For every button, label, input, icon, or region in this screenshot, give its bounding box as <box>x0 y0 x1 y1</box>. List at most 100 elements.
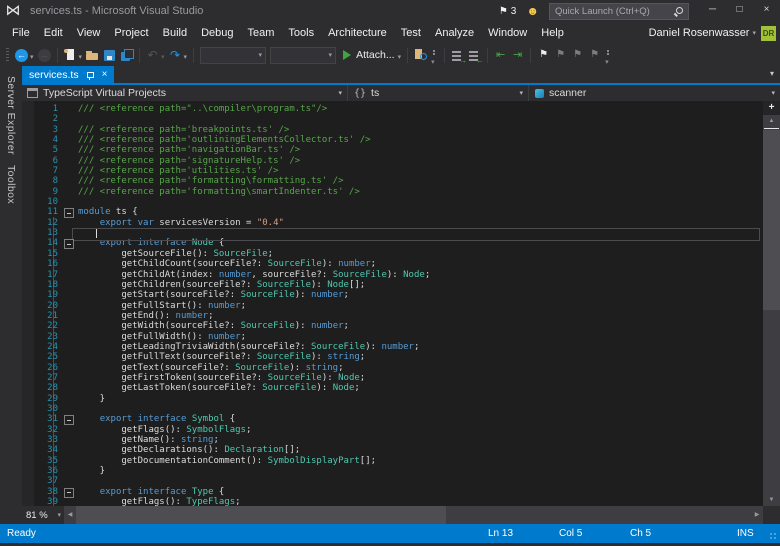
code-editor[interactable]: 1 /// <reference path="..\compiler\progra… <box>22 101 763 506</box>
code-line[interactable]: 4 /// <reference path='outliningElementsC… <box>34 135 763 145</box>
menu-item-file[interactable]: File <box>5 22 37 44</box>
menu-item-tools[interactable]: Tools <box>281 22 321 44</box>
zoom-control[interactable]: 81 % ▾ <box>22 506 64 524</box>
tab-list-chevron-icon[interactable]: ▾ <box>770 69 774 78</box>
resize-grip[interactable] <box>769 532 777 540</box>
code-line[interactable]: 35 getDocumentationComment(): SymbolDisp… <box>34 456 763 466</box>
code-line[interactable]: 8 /// <reference path='formatting\formatt… <box>34 176 763 186</box>
menu-item-test[interactable]: Test <box>394 22 428 44</box>
toggle-bookmark-button[interactable] <box>535 48 552 63</box>
uncomment-button[interactable] <box>466 48 484 65</box>
scroll-left-arrow-icon[interactable]: ◀ <box>64 506 76 524</box>
tab-close-icon[interactable]: × <box>102 67 108 82</box>
code-line[interactable]: 1 /// <reference path="..\compiler\progra… <box>34 104 763 114</box>
code-line[interactable]: 39 getFlags(): TypeFlags; <box>34 497 763 506</box>
toolbox-tab[interactable]: Toolbox <box>5 165 17 204</box>
code-line[interactable]: 27 getFirstToken(sourceFile?: SourceFile… <box>34 373 763 383</box>
menu-item-help[interactable]: Help <box>534 22 571 44</box>
server-explorer-tab[interactable]: Server Explorer <box>5 76 17 155</box>
code-line[interactable]: 28 getLastToken(sourceFile?: SourceFile)… <box>34 383 763 393</box>
fold-toggle[interactable] <box>64 415 74 426</box>
notifications-button[interactable]: ⚑ 3 <box>499 6 517 17</box>
feedback-smiley-icon[interactable]: ☻ <box>526 0 539 22</box>
menu-item-view[interactable]: View <box>70 22 108 44</box>
vertical-scrollbar[interactable]: + ▲ ▼ <box>763 101 780 506</box>
menu-item-architecture[interactable]: Architecture <box>321 22 394 44</box>
code-line[interactable]: 21 getEnd(): number; <box>34 311 763 321</box>
tab-services-ts[interactable]: services.ts × <box>22 66 115 83</box>
navigate-backward-button[interactable]: ▾ <box>13 48 36 63</box>
code-line[interactable]: 38 export interface Type { <box>34 487 763 498</box>
previous-bookmark-button[interactable] <box>552 48 569 63</box>
toolbar-overflow-2[interactable] <box>604 47 613 66</box>
code-line[interactable]: 26 getText(sourceFile?: SourceFile): str… <box>34 363 763 373</box>
redo-button[interactable]: ▾ <box>167 48 190 63</box>
code-line[interactable]: 20 getFullStart(): number; <box>34 301 763 311</box>
pin-icon[interactable] <box>86 70 95 80</box>
menu-item-build[interactable]: Build <box>156 22 194 44</box>
code-line[interactable]: 23 getFullWidth(): number; <box>34 332 763 342</box>
clear-bookmarks-button[interactable] <box>586 48 603 63</box>
code-line[interactable]: 2 <box>34 114 763 124</box>
menu-item-team[interactable]: Team <box>241 22 282 44</box>
find-in-files-button[interactable] <box>412 48 429 63</box>
new-file-button[interactable]: ▾ <box>62 48 85 63</box>
close-button[interactable]: × <box>753 0 780 22</box>
menu-item-analyze[interactable]: Analyze <box>428 22 481 44</box>
code-line[interactable]: 37 <box>34 476 763 486</box>
code-line[interactable]: 15 getSourceFile(): SourceFile; <box>34 249 763 259</box>
scroll-down-arrow-icon[interactable]: ▼ <box>763 494 780 506</box>
undo-button[interactable]: ▾ <box>144 48 167 63</box>
glyph-margin[interactable] <box>22 101 34 506</box>
code-line[interactable]: 32 getFlags(): SymbolFlags; <box>34 425 763 435</box>
code-line[interactable]: 17 getChildAt(index: number, sourceFile?… <box>34 270 763 280</box>
code-line[interactable]: 31 export interface Symbol { <box>34 414 763 426</box>
code-line[interactable]: 25 getFullText(sourceFile?: SourceFile):… <box>34 352 763 362</box>
code-line[interactable]: 9 /// <reference path='formatting\smartIn… <box>34 187 763 197</box>
menu-item-debug[interactable]: Debug <box>194 22 240 44</box>
next-bookmark-button[interactable] <box>569 48 586 63</box>
open-file-button[interactable] <box>84 48 101 63</box>
code-line[interactable]: 12 export var servicesVersion = "0.4" <box>34 218 763 228</box>
code-line[interactable]: 11 module ts { <box>34 207 763 219</box>
code-line[interactable]: 22 getWidth(sourceFile?: SourceFile): nu… <box>34 321 763 331</box>
menu-item-edit[interactable]: Edit <box>37 22 70 44</box>
fold-toggle[interactable] <box>64 239 74 250</box>
attach-button[interactable]: Attach... ▾ <box>338 48 403 63</box>
vertical-scrollbar-thumb[interactable] <box>763 130 780 310</box>
debug-target-combo[interactable]: ▾ <box>200 46 267 64</box>
code-line[interactable]: 36 } <box>34 466 763 476</box>
fold-toggle[interactable] <box>64 487 74 498</box>
project-dropdown[interactable]: TypeScript Virtual Projects ▾ <box>22 85 348 101</box>
code-line[interactable]: 5 /// <reference path='navigationBar.ts' … <box>34 145 763 155</box>
code-line[interactable]: 7 /// <reference path='utilities.ts' /> <box>34 166 763 176</box>
code-line[interactable]: 10 <box>34 197 763 207</box>
member-dropdown[interactable]: scanner ▾ <box>529 85 780 101</box>
increase-indent-button[interactable] <box>509 48 526 63</box>
code-line[interactable]: 19 getStart(sourceFile?: SourceFile): nu… <box>34 290 763 300</box>
code-line[interactable]: 29 } <box>34 394 763 404</box>
user-dropdown-caret-icon[interactable]: ▾ <box>752 29 756 37</box>
horizontal-scrollbar-thumb[interactable] <box>76 506 446 524</box>
code-line[interactable]: 16 getChildCount(sourceFile?: SourceFile… <box>34 259 763 269</box>
navigate-forward-button[interactable] <box>36 48 53 63</box>
scroll-up-arrow-icon[interactable]: ▲ <box>763 115 780 127</box>
code-line[interactable]: 33 getName(): string; <box>34 435 763 445</box>
code-line[interactable]: 6 /// <reference path='signatureHelp.ts' … <box>34 156 763 166</box>
fold-toggle[interactable] <box>64 208 74 219</box>
type-dropdown[interactable]: {} ts ▾ <box>348 85 529 101</box>
comment-out-button[interactable] <box>449 48 467 65</box>
user-avatar[interactable]: DR <box>761 25 776 41</box>
code-line[interactable]: 34 getDeclarations(): Declaration[]; <box>34 445 763 455</box>
decrease-indent-button[interactable] <box>492 48 509 63</box>
solution-config-combo[interactable]: ▾ <box>270 46 337 64</box>
code-line[interactable]: 24 getLeadingTriviaWidth(sourceFile?: So… <box>34 342 763 352</box>
toolbar-grip[interactable] <box>6 48 9 62</box>
quick-launch-input[interactable]: Quick Launch (Ctrl+Q) <box>549 2 689 20</box>
scroll-right-arrow-icon[interactable]: ▶ <box>751 506 763 524</box>
code-line[interactable]: 18 getChildren(sourceFile?: SourceFile):… <box>34 280 763 290</box>
code-line[interactable]: 30 <box>34 404 763 414</box>
maximize-button[interactable]: □ <box>726 0 753 22</box>
user-name[interactable]: Daniel Rosenwasser <box>649 27 750 39</box>
menu-item-project[interactable]: Project <box>107 22 155 44</box>
